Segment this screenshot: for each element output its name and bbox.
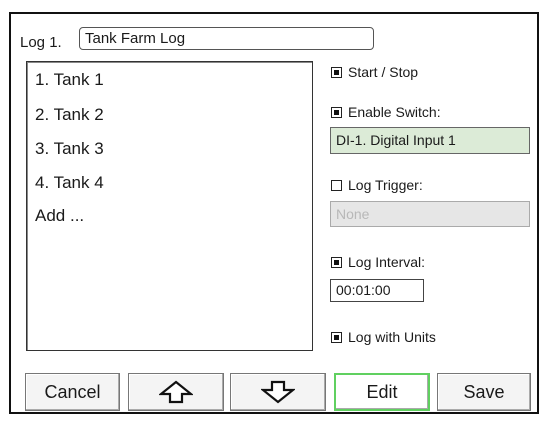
move-up-button[interactable] bbox=[128, 373, 224, 411]
log-with-units-checkbox[interactable] bbox=[331, 332, 342, 343]
log-trigger-label: Log Trigger: bbox=[348, 177, 423, 193]
list-item[interactable]: 4. Tank 4 bbox=[35, 173, 104, 193]
list-item[interactable]: 3. Tank 3 bbox=[35, 139, 104, 159]
log-trigger-checkbox[interactable] bbox=[331, 180, 342, 191]
top-strip bbox=[0, 0, 548, 12]
log-name-field[interactable]: Tank Farm Log bbox=[79, 27, 374, 50]
save-button[interactable]: Save bbox=[437, 373, 531, 411]
enable-switch-select[interactable]: DI-1. Digital Input 1 bbox=[330, 127, 530, 154]
cancel-button[interactable]: Cancel bbox=[25, 373, 120, 411]
log-interval-input[interactable]: 00:01:00 bbox=[330, 279, 424, 302]
start-stop-checkbox[interactable] bbox=[331, 67, 342, 78]
enable-switch-checkbox[interactable] bbox=[331, 107, 342, 118]
start-stop-label: Start / Stop bbox=[348, 64, 419, 80]
down-arrow-icon bbox=[259, 380, 297, 404]
log-with-units-label: Log with Units bbox=[348, 329, 436, 345]
list-item[interactable]: 1. Tank 1 bbox=[35, 70, 104, 90]
log-number-label: Log 1. bbox=[20, 34, 62, 51]
move-down-button[interactable] bbox=[230, 373, 326, 411]
up-arrow-icon bbox=[157, 380, 195, 404]
enable-switch-label: Enable Switch: bbox=[348, 104, 441, 120]
edit-button[interactable]: Edit bbox=[334, 373, 430, 411]
log-interval-checkbox[interactable] bbox=[331, 257, 342, 268]
tag-list[interactable]: 1. Tank 1 2. Tank 2 3. Tank 3 4. Tank 4 … bbox=[26, 61, 313, 351]
log-trigger-select[interactable]: None bbox=[330, 201, 530, 227]
add-list-item[interactable]: Add ... bbox=[35, 206, 84, 226]
log-interval-label: Log Interval: bbox=[348, 254, 426, 270]
list-item[interactable]: 2. Tank 2 bbox=[35, 105, 104, 125]
